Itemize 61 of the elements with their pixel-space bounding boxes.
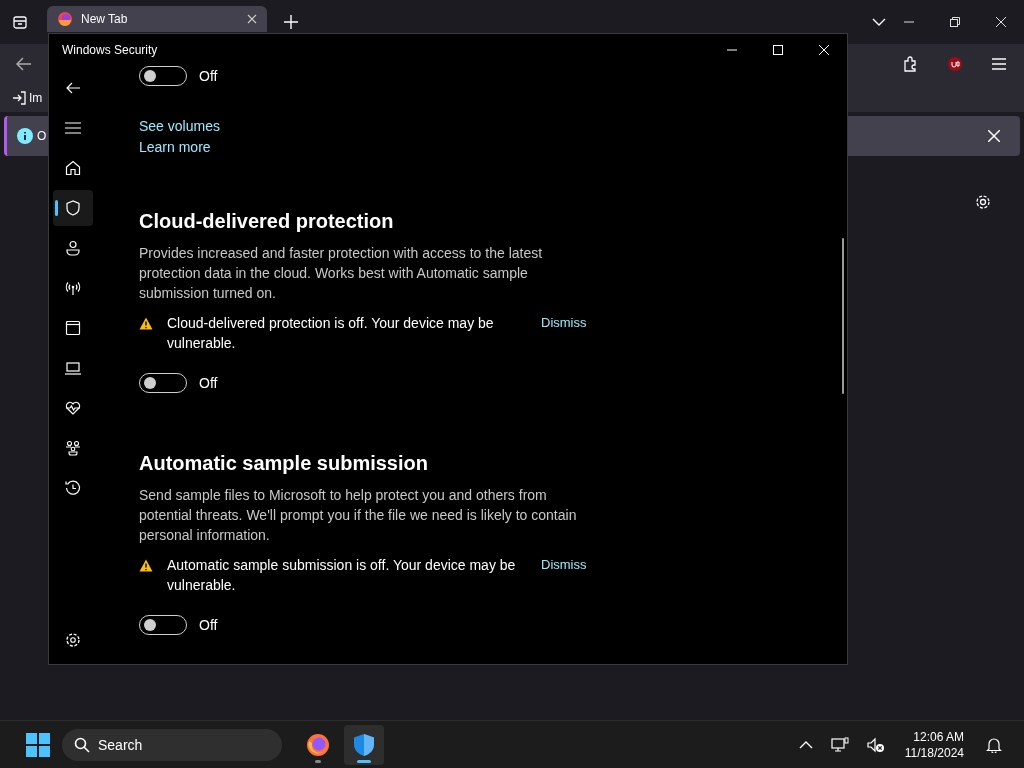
browser-logo-icon — [57, 11, 73, 27]
puzzle-icon[interactable] — [903, 56, 919, 72]
tab-title: New Tab — [81, 12, 129, 26]
dismiss-link[interactable]: Dismiss — [541, 313, 587, 333]
warning-icon — [139, 559, 153, 572]
section-title: Automatic sample submission — [139, 451, 429, 476]
search-field[interactable]: Search — [62, 728, 282, 761]
close-icon[interactable] — [996, 17, 1006, 27]
import-icon[interactable] — [12, 91, 26, 105]
back-arrow-icon — [65, 80, 81, 96]
antenna-icon — [65, 280, 81, 296]
close-icon[interactable] — [247, 14, 257, 24]
link[interactable]: Learn more — [139, 137, 211, 157]
window-title: Windows Security — [62, 43, 158, 57]
dismiss-link[interactable]: Dismiss — [541, 555, 587, 575]
muted-speaker-icon[interactable] — [866, 736, 885, 753]
warning-text: Automatic sample submission is off. Your device may be vulnerable. — [167, 556, 517, 595]
link[interactable]: See volumes — [139, 116, 220, 136]
toggle-label: Off — [199, 375, 218, 391]
home-icon — [65, 160, 81, 176]
menu-icon — [65, 122, 81, 134]
settings-icon — [65, 632, 81, 648]
person-icon — [65, 240, 81, 256]
back-arrow-icon[interactable] — [16, 57, 32, 71]
bookmark-label[interactable]: Im — [29, 91, 43, 105]
search-icon — [74, 736, 90, 753]
browser-tab[interactable]: New Tab — [47, 6, 267, 32]
toggle-label: Off — [199, 68, 218, 84]
shield-icon — [352, 732, 376, 757]
maximize-icon[interactable] — [773, 45, 783, 55]
settings-icon[interactable] — [975, 194, 991, 210]
fox-logo-icon — [306, 732, 330, 757]
scrollbar[interactable] — [842, 238, 844, 394]
network-icon[interactable] — [830, 736, 849, 753]
restore-icon[interactable] — [950, 17, 960, 27]
section-title: Cloud-delivered protection — [139, 209, 395, 234]
section-description: Send sample files to Microsoft to help protect you and others from potential threats. We'll prompt you if the file we need is likely to contain personal information. — [139, 486, 578, 545]
clock-time[interactable]: 12:06 AM — [913, 728, 964, 745]
shield-badge-icon[interactable] — [947, 56, 963, 72]
shield-icon — [65, 200, 81, 216]
toggle-label: Off — [199, 617, 218, 633]
notification-text: O — [37, 129, 47, 143]
bell-icon[interactable] — [986, 736, 1002, 753]
start-icon[interactable] — [26, 732, 50, 757]
heart-icon — [65, 400, 81, 416]
clock-date[interactable]: 11/18/2024 — [904, 744, 964, 761]
chevron-up-icon[interactable] — [798, 740, 813, 749]
taskbar-app[interactable] — [344, 724, 384, 765]
warning-icon — [139, 317, 153, 330]
family-icon — [65, 440, 81, 456]
chevron-down-icon[interactable] — [872, 18, 886, 26]
history-icon — [65, 480, 81, 496]
window-icon — [65, 320, 81, 336]
laptop-icon — [65, 361, 81, 375]
info-icon — [17, 128, 33, 144]
menu-icon[interactable] — [991, 58, 1007, 70]
tab-list-icon[interactable] — [12, 14, 28, 30]
new-tab-icon[interactable] — [284, 15, 298, 29]
nav-item[interactable] — [53, 190, 93, 226]
section-description: Provides increased and faster protection with access to the latest protection data in the cloud. Works best with Automatic sample submission turned on. — [139, 244, 544, 303]
warning-text: Cloud-delivered protection is off. Your device may be vulnerable. — [167, 314, 495, 353]
